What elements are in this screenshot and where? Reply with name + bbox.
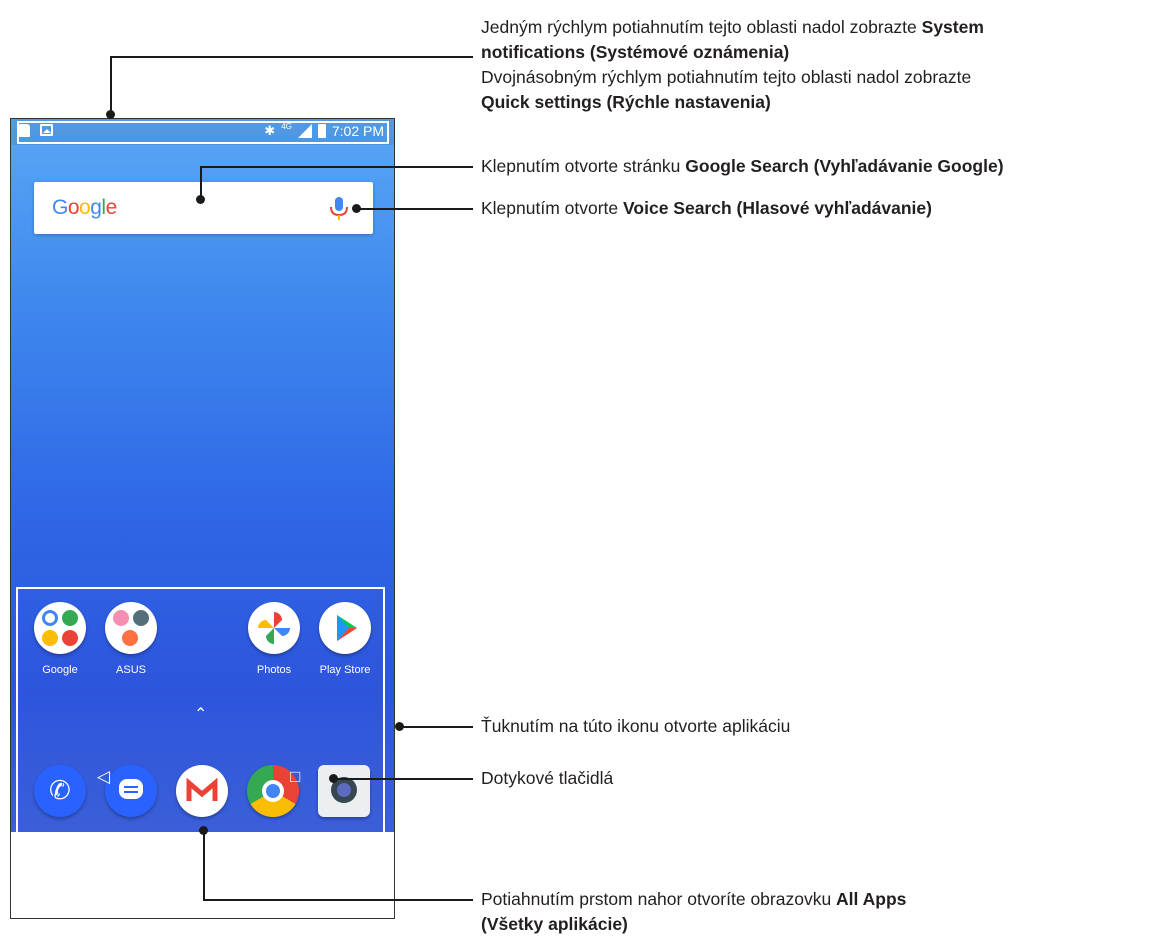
- google-logo: Google: [52, 196, 117, 219]
- app-photos[interactable]: Photos: [239, 602, 309, 676]
- app-play-store[interactable]: Play Store: [310, 602, 380, 676]
- callout-touch-keys: Dotykové tlačidlá: [481, 766, 613, 791]
- callout-line-search-h: [200, 166, 473, 168]
- callout-dot-allapps: [199, 826, 208, 835]
- callout-bold: Google Search (Vyhľadávanie Google): [685, 156, 1004, 176]
- callout-text: Dotykové tlačidlá: [481, 768, 614, 788]
- status-bar[interactable]: ✱ 4G 7:02 PM: [11, 119, 394, 145]
- nav-back-button[interactable]: ◁: [97, 767, 110, 787]
- callout-dot-voice: [352, 204, 361, 213]
- callout-dot-status: [106, 110, 115, 119]
- callout-apps: Ťuknutím na túto ikonu otvorte aplikáciu: [481, 714, 790, 739]
- callout-text: Ťuknutím na túto ikonu otvorte aplikáciu: [481, 716, 791, 736]
- callout-status-bar: Jedným rýchlym potiahnutím tejto oblasti…: [481, 15, 984, 115]
- dock-phone[interactable]: ✆: [25, 765, 95, 817]
- messages-icon: [105, 765, 157, 817]
- dock-camera[interactable]: [309, 765, 379, 817]
- callout-line-status-h: [110, 56, 473, 58]
- phone-frame: ✱ 4G 7:02 PM Google Google ASUS Photos P…: [10, 118, 395, 919]
- asus-folder-icon: [105, 602, 157, 654]
- nav-home-button[interactable]: ○: [193, 767, 203, 787]
- callout-text: Dvojnásobným rýchlym potiahnutím tejto o…: [481, 67, 972, 87]
- callout-bold: Quick settings (Rýchle nastavenia): [481, 92, 771, 112]
- callout-line-keys: [333, 778, 473, 780]
- app-drawer-chevron-icon[interactable]: ⌃: [194, 704, 207, 724]
- callout-dot-keys: [329, 774, 338, 783]
- callout-text: Klepnutím otvorte: [481, 198, 624, 218]
- home-screen[interactable]: ✱ 4G 7:02 PM Google Google ASUS Photos P…: [11, 119, 394, 851]
- callout-bold: All Apps: [836, 889, 907, 909]
- callout-line-allapps-v: [203, 830, 205, 900]
- callout-dot-search: [196, 195, 205, 204]
- photos-icon: [248, 602, 300, 654]
- app-label: Google: [42, 664, 78, 676]
- callout-google-search: Klepnutím otvorte stránku Google Search …: [481, 154, 1004, 179]
- callout-dot-apps: [395, 722, 404, 731]
- callout-bold: System: [921, 17, 984, 37]
- app-asus-folder[interactable]: ASUS: [96, 602, 166, 676]
- callout-all-apps: Potiahnutím prstom nahor otvoríte obrazo…: [481, 887, 906, 937]
- phone-icon: ✆: [34, 765, 86, 817]
- callout-text: Klepnutím otvorte stránku: [481, 156, 686, 176]
- callout-line-voice: [356, 208, 473, 210]
- google-folder-icon: [34, 602, 86, 654]
- callout-line-allapps-h: [203, 899, 473, 901]
- app-label: Play Store: [319, 664, 371, 676]
- callout-bold: Voice Search (Hlasové vyhľadávanie): [623, 198, 932, 218]
- callout-text: Jedným rýchlym potiahnutím tejto oblasti…: [481, 17, 922, 37]
- app-label: Photos: [256, 664, 292, 676]
- callout-bold: (Všetky aplikácie): [481, 914, 628, 934]
- nav-recents-button[interactable]: □: [290, 767, 300, 787]
- google-search-bar[interactable]: Google: [34, 182, 373, 234]
- play-store-icon: [319, 602, 371, 654]
- app-google-folder[interactable]: Google: [25, 602, 95, 676]
- callout-line-status-v: [110, 56, 112, 115]
- mic-icon[interactable]: [327, 195, 351, 223]
- callout-voice-search: Klepnutím otvorte Voice Search (Hlasové …: [481, 196, 932, 221]
- callout-line-apps: [399, 726, 473, 728]
- app-label: ASUS: [116, 664, 146, 676]
- callout-text: Potiahnutím prstom nahor otvoríte obrazo…: [481, 889, 837, 909]
- status-bar-highlight: [17, 121, 389, 144]
- camera-icon: [318, 765, 370, 817]
- callout-bold: notifications (Systémové oznámenia): [481, 42, 790, 62]
